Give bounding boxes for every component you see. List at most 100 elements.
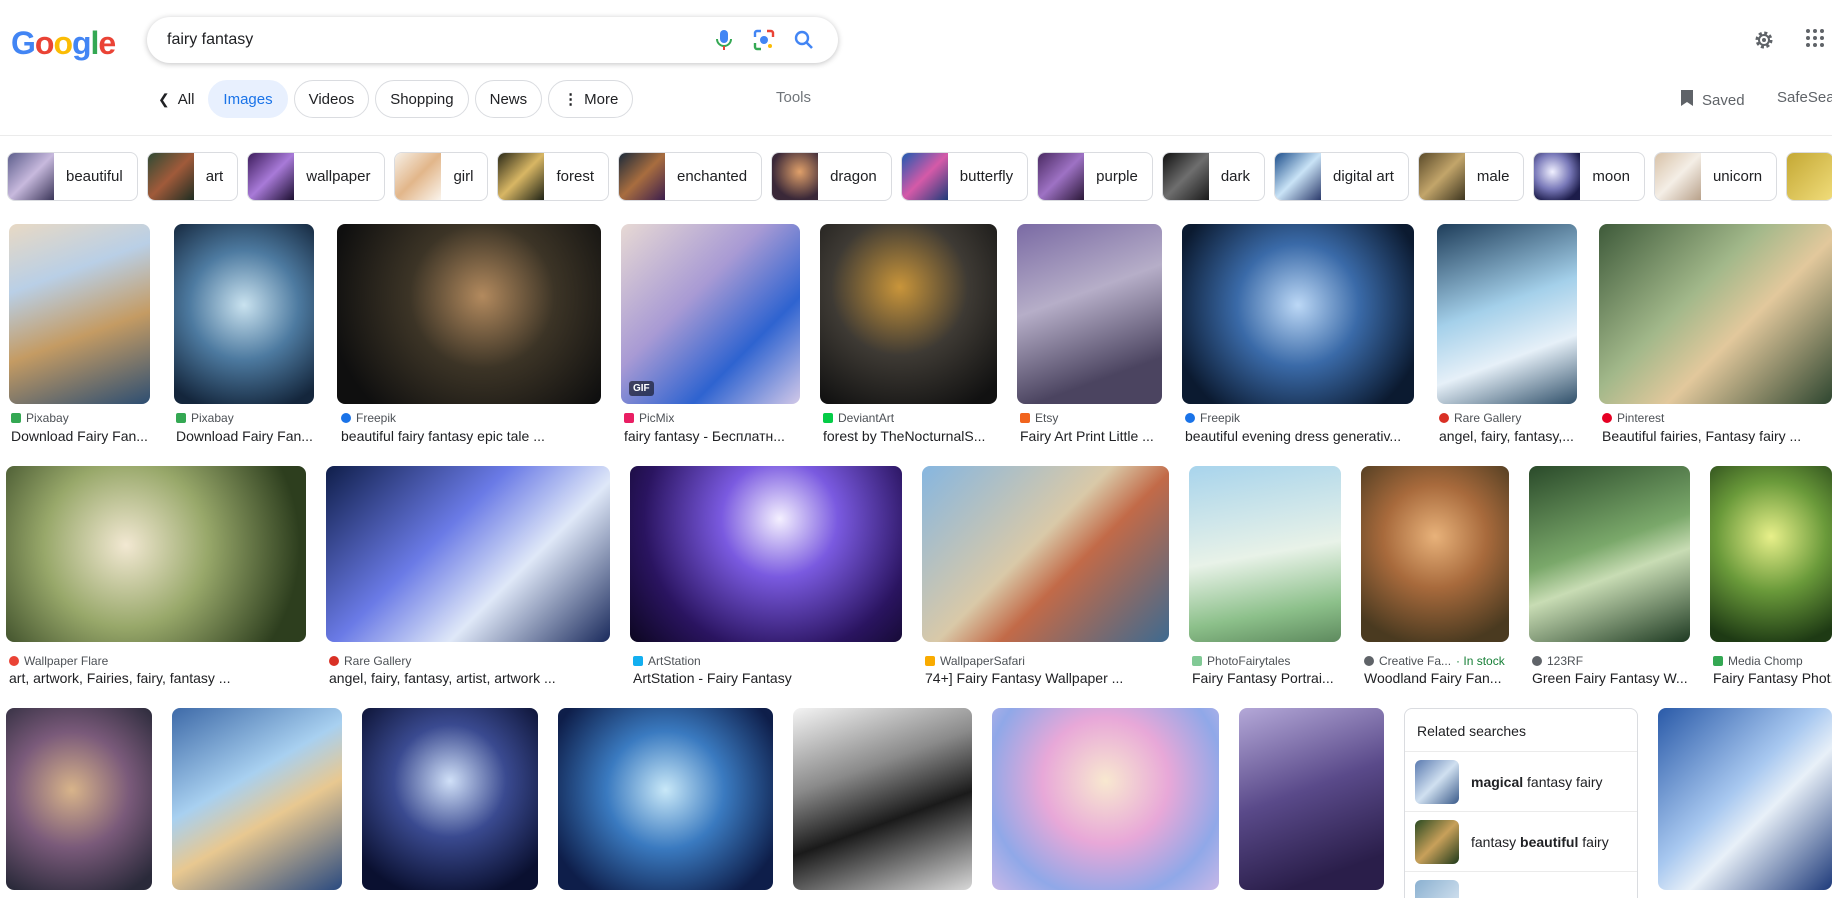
result-image[interactable] bbox=[1361, 466, 1509, 642]
result-source: ArtStation bbox=[633, 654, 902, 668]
chip-dragon[interactable]: dragon bbox=[771, 152, 892, 201]
tab-more[interactable]: ⋮ More bbox=[548, 80, 634, 118]
tab-news[interactable]: News bbox=[474, 80, 543, 118]
result-image[interactable] bbox=[1239, 708, 1384, 890]
chip-label: unicorn bbox=[1712, 168, 1763, 185]
source-name: Media Chomp bbox=[1728, 654, 1803, 668]
chip-wallpaper[interactable]: wallpaper bbox=[247, 152, 386, 201]
result-title[interactable]: 74+] Fairy Fantasy Wallpaper ... bbox=[925, 670, 1169, 686]
search-icon[interactable] bbox=[792, 28, 816, 52]
chip-beautiful[interactable]: beautiful bbox=[7, 152, 138, 201]
chip-forest[interactable]: forest bbox=[497, 152, 609, 201]
result-image[interactable] bbox=[9, 224, 150, 404]
chip-label: digital art bbox=[1333, 168, 1394, 185]
result-source: Etsy bbox=[1020, 411, 1162, 425]
result-image[interactable] bbox=[1710, 466, 1832, 642]
result-image[interactable] bbox=[922, 466, 1169, 642]
search-input[interactable] bbox=[167, 17, 687, 63]
chip-butterfly[interactable]: butterfly bbox=[900, 152, 1029, 201]
result-title[interactable]: Beautiful fairies, Fantasy fairy ... bbox=[1602, 428, 1832, 444]
result-title[interactable]: angel, fairy, fantasy,... bbox=[1439, 428, 1579, 444]
tab-images[interactable]: Images bbox=[208, 80, 288, 118]
result-image[interactable] bbox=[172, 708, 342, 890]
google-logo[interactable]: Google bbox=[11, 25, 116, 62]
result-image[interactable] bbox=[6, 708, 152, 890]
result-image[interactable] bbox=[1017, 224, 1162, 404]
result-image[interactable]: GIF bbox=[621, 224, 800, 404]
result-image[interactable] bbox=[992, 708, 1219, 890]
result-title[interactable]: Download Fairy Fan... bbox=[11, 428, 151, 444]
chip-enchanted[interactable]: enchanted bbox=[617, 152, 763, 201]
result-title[interactable]: forest by TheNocturnalS... bbox=[823, 428, 997, 444]
tab-all[interactable]: ❮ All bbox=[150, 80, 202, 118]
result-image[interactable] bbox=[337, 224, 601, 404]
chip-label: enchanted bbox=[676, 168, 748, 185]
apps-grid-icon[interactable] bbox=[1805, 28, 1829, 52]
result-image[interactable] bbox=[1189, 466, 1341, 642]
result-image[interactable] bbox=[820, 224, 997, 404]
related-search-item[interactable]: magical fantasy fairy bbox=[1405, 752, 1637, 812]
result-title[interactable]: beautiful evening dress generativ... bbox=[1185, 428, 1414, 444]
result-image[interactable] bbox=[630, 466, 902, 642]
result-source: Pixabay bbox=[11, 411, 151, 425]
result-title[interactable]: Fairy Fantasy Portrai... bbox=[1192, 670, 1341, 686]
source-name: Rare Gallery bbox=[1454, 411, 1522, 425]
chip-dark[interactable]: dark bbox=[1161, 152, 1266, 201]
result-image[interactable] bbox=[362, 708, 538, 890]
source-name: 123RF bbox=[1547, 654, 1584, 668]
tools-button[interactable]: Tools bbox=[776, 89, 811, 106]
result-title[interactable]: Fairy Art Print Little ... bbox=[1020, 428, 1162, 444]
result-source: 123RF bbox=[1532, 654, 1690, 668]
result-source: DeviantArt bbox=[823, 411, 997, 425]
chip-thumbnail bbox=[1534, 153, 1581, 200]
result-image[interactable] bbox=[1658, 708, 1832, 890]
result-title[interactable]: beautiful fairy fantasy epic tale ... bbox=[341, 428, 601, 444]
result-source: Rare Gallery bbox=[329, 654, 610, 668]
chip-thumbnail bbox=[1038, 153, 1085, 200]
source-name: Pinterest bbox=[1617, 411, 1665, 425]
lens-icon[interactable] bbox=[752, 28, 776, 52]
result-title[interactable]: Fairy Fantasy Phot... bbox=[1713, 670, 1832, 686]
gear-icon[interactable] bbox=[1752, 28, 1776, 52]
tab-videos[interactable]: Videos bbox=[293, 80, 370, 118]
result-image[interactable] bbox=[326, 466, 610, 642]
chip-male[interactable]: male bbox=[1417, 152, 1525, 201]
source-favicon bbox=[176, 413, 186, 423]
result-title[interactable]: Green Fairy Fantasy W... bbox=[1532, 670, 1690, 686]
tab-shopping[interactable]: Shopping bbox=[375, 80, 469, 118]
chip-thumbnail bbox=[1418, 153, 1465, 200]
result-title[interactable]: fairy fantasy - Бесплатн... bbox=[624, 428, 800, 444]
result-image[interactable] bbox=[558, 708, 773, 890]
result-image[interactable] bbox=[1182, 224, 1414, 404]
related-search-item[interactable] bbox=[1405, 872, 1637, 898]
result-image[interactable] bbox=[1599, 224, 1832, 404]
chip-art[interactable]: art bbox=[146, 152, 239, 201]
result-image[interactable] bbox=[6, 466, 306, 642]
result-title[interactable]: Download Fairy Fan... bbox=[176, 428, 316, 444]
safesearch-button[interactable]: SafeSearch bbox=[1777, 89, 1832, 106]
result-title[interactable]: ArtStation - Fairy Fantasy bbox=[633, 670, 902, 686]
more-vert-icon: ⋮ bbox=[563, 91, 579, 108]
mic-icon[interactable] bbox=[712, 28, 736, 52]
source-favicon bbox=[329, 656, 339, 666]
source-favicon bbox=[341, 413, 351, 423]
chip-thumbnail bbox=[772, 153, 819, 200]
saved-label: Saved bbox=[1702, 91, 1745, 109]
chip-moon[interactable]: moon bbox=[1533, 152, 1645, 201]
result-title[interactable]: art, artwork, Fairies, fairy, fantasy ..… bbox=[9, 670, 306, 686]
result-title[interactable]: Woodland Fairy Fan... bbox=[1364, 670, 1509, 686]
result-image[interactable] bbox=[793, 708, 972, 890]
chip-more-partial[interactable] bbox=[1786, 152, 1832, 201]
chip-girl[interactable]: girl bbox=[394, 152, 489, 201]
chip-thumbnail bbox=[395, 153, 442, 200]
source-name: Freepik bbox=[1200, 411, 1241, 425]
saved-button[interactable]: Saved bbox=[1680, 89, 1745, 111]
result-image[interactable] bbox=[1529, 466, 1690, 642]
chip-digital-art[interactable]: digital art bbox=[1274, 152, 1409, 201]
chip-purple[interactable]: purple bbox=[1037, 152, 1153, 201]
result-title[interactable]: angel, fairy, fantasy, artist, artwork .… bbox=[329, 670, 610, 686]
result-image[interactable] bbox=[174, 224, 314, 404]
result-image[interactable] bbox=[1437, 224, 1577, 404]
related-search-item[interactable]: fantasy beautiful fairy bbox=[1405, 812, 1637, 872]
chip-unicorn[interactable]: unicorn bbox=[1653, 152, 1778, 201]
